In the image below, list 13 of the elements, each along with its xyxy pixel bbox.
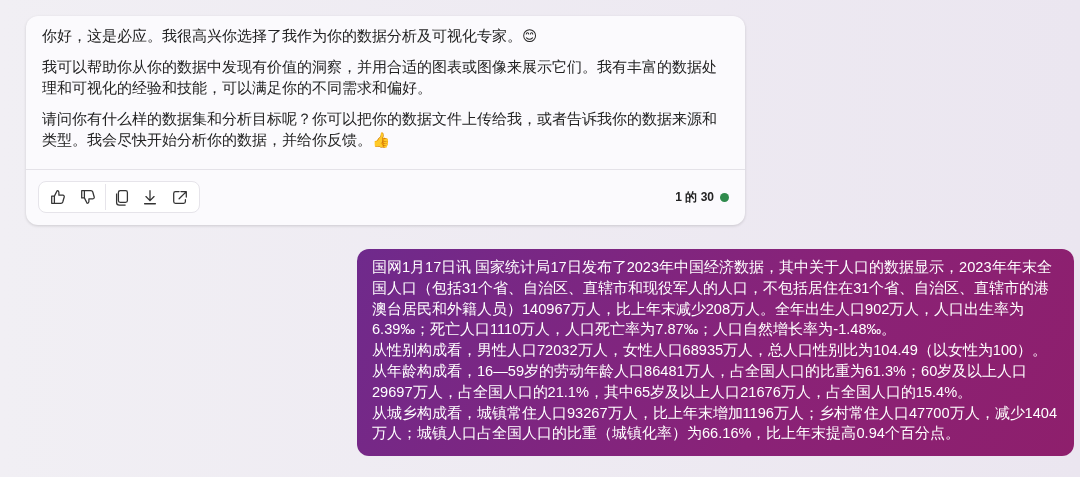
share-icon <box>171 188 189 206</box>
message-text: 你好，这是必应。我很高兴你选择了我作为你的数据分析及可视化专家。😊 <box>42 27 539 46</box>
message-text: 我可以帮助你从你的数据中发现有价值的洞察，并用合适的图表或图像来展示它们。我有丰富的数据处理和可视化的经验和技能，可以满足你的不同需求和偏好。 <box>42 58 718 98</box>
message-text: 从城乡构成看，城镇常住人口93267万人，比上年末增加1196万人；乡村常住人口47700万人，减少1404万人；城镇人口占全国人口的比重（城镇化率）为66.16%，比上年末提高0.94个百分点。 <box>372 403 1058 444</box>
message-text: 从年龄构成看，16—59岁的劳动年龄人口86481万人，占全国人口的比重为61.3%；60岁及以上人口29697万人，占全国人口的21.1%，其中65岁及以上人口21676万人，占全国人口的15.4%。 <box>372 362 1029 402</box>
thumbs-up-icon <box>49 188 67 206</box>
message-text: 请问你有什么样的数据集和分析目标呢？你可以把你的数据文件上传给我，或者告诉我你的数据来源和类型。我会尽快开始分析你的数据，并给你反馈。👍 <box>42 110 718 150</box>
message-text: 国网1月17日讯 国家统计局17日发布了2023年中国经济数据，其中关于人口的数据显示，2023年年末全国人口（包括31个省、自治区、直辖市和现役军人的人口，不包括居住在31个省、自治区、直辖市的港澳台居民和外籍人员）140967万人，比上年末减少208万人。全年出生人口902万人，人口出生率为6.39‰；死亡人口1110万人，人口死亡率为7.87‰；人口自然增长率为-1.48‰。 <box>372 258 1053 340</box>
download-icon <box>141 188 159 206</box>
thumbs-down-icon <box>79 188 97 206</box>
message-counter: 1 的 30 <box>675 188 714 206</box>
message-text: 从性别构成看，男性人口72032万人，女性人口68935万人，总人口性别比为104.49（以女性为100）。 <box>372 341 1049 361</box>
status-dot <box>720 192 729 202</box>
